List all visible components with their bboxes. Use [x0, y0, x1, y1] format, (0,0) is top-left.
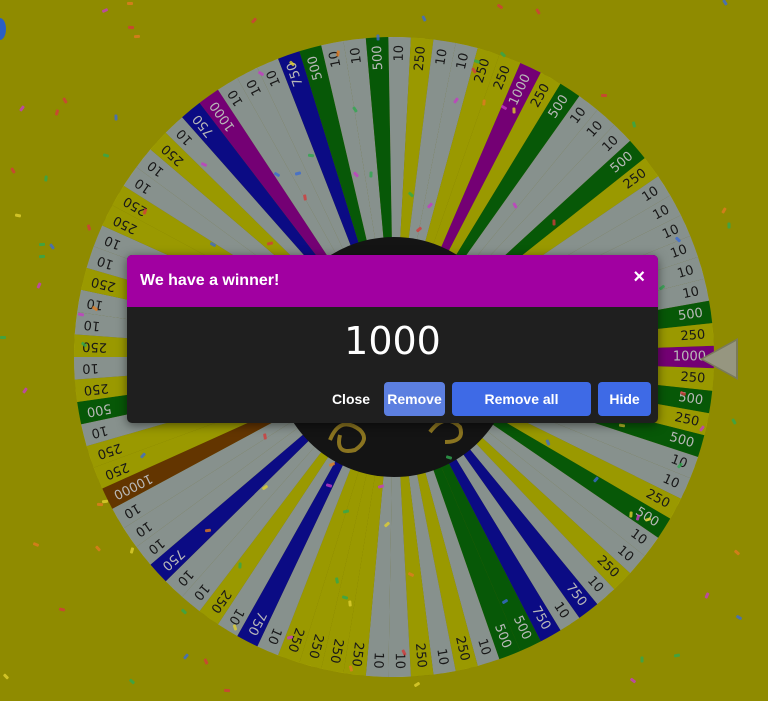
winner-dialog: We have a winner! × 1000 Close Remove Re… — [127, 255, 658, 423]
close-button[interactable]: Close — [325, 382, 377, 416]
wheel-pointer-inner — [703, 341, 736, 377]
winner-value: 1000 — [344, 319, 441, 363]
remove-button[interactable]: Remove — [384, 382, 445, 416]
hide-button[interactable]: Hide — [598, 382, 651, 416]
dialog-body: 1000 Close Remove Remove all instances H… — [127, 307, 658, 423]
remove-all-instances-button[interactable]: Remove all instances — [452, 382, 591, 416]
close-icon[interactable]: × — [633, 266, 645, 289]
dialog-header: We have a winner! × — [127, 255, 658, 307]
wheel-stage: 1000 250 500 250 500 10 10 250 500 10 10 250 10 750 10… — [0, 0, 768, 701]
dialog-title: We have a winner! — [140, 272, 280, 289]
